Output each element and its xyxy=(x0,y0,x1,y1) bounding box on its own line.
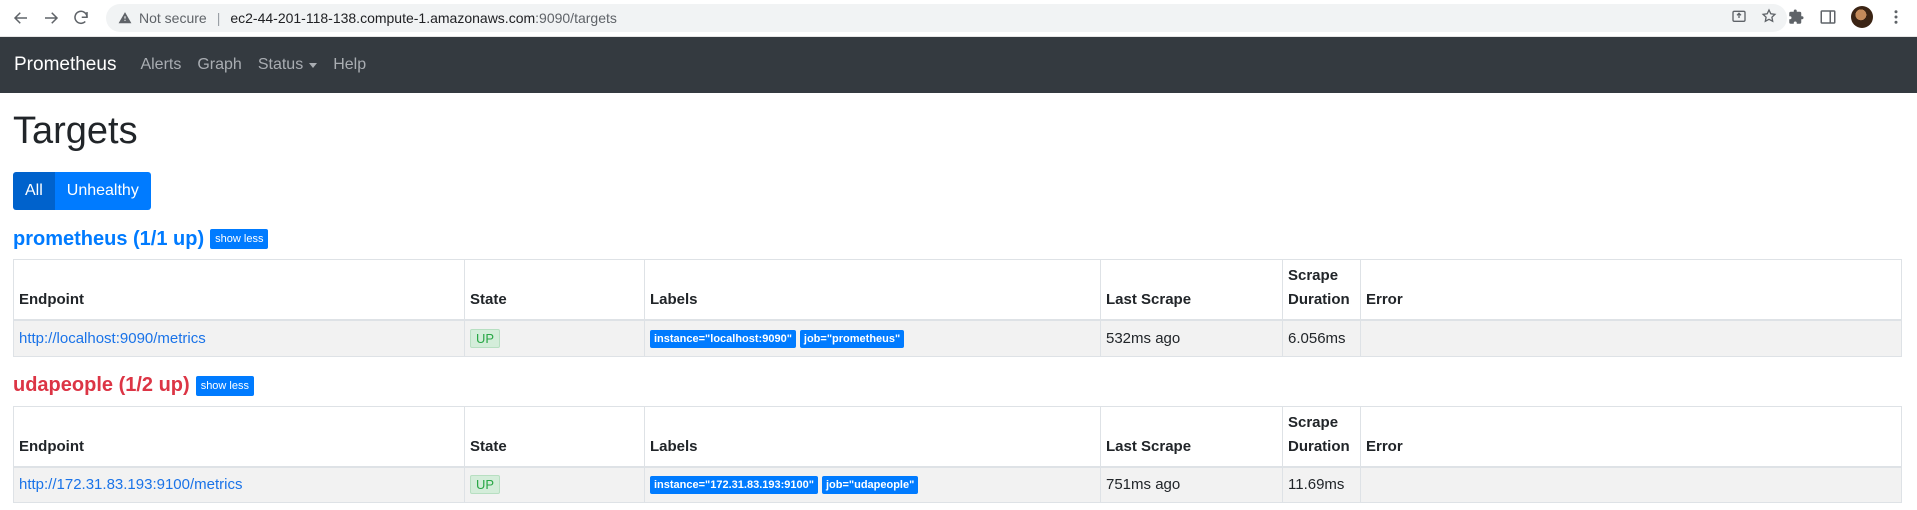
column-header-scrape-duration: Scrape Duration xyxy=(1282,405,1361,468)
brand-link[interactable]: Prometheus xyxy=(14,54,116,76)
column-header-state: State xyxy=(464,405,645,468)
back-arrow-icon[interactable] xyxy=(6,3,36,33)
job-title[interactable]: udapeople (1/2 up) xyxy=(13,374,190,397)
last-scrape-cell: 751ms ago xyxy=(1100,466,1283,503)
main-content: Targets All Unhealthy prometheus (1/1 up… xyxy=(0,109,1917,503)
address-bar[interactable]: Not secure | ec2-44-201-118-138.compute-… xyxy=(106,4,1787,32)
endpoint-cell: http://172.31.83.193:9100/metrics xyxy=(13,466,465,503)
label-badge: job="prometheus" xyxy=(799,329,905,348)
last-scrape-cell: 532ms ago xyxy=(1100,319,1283,357)
side-panel-icon[interactable] xyxy=(1819,8,1837,26)
state-badge: UP xyxy=(470,475,501,495)
filter-unhealthy-button[interactable]: Unhealthy xyxy=(54,172,151,210)
job-header-prometheus: prometheus (1/1 up) show less xyxy=(13,225,1904,253)
error-cell xyxy=(1360,466,1902,503)
table-header-row: Endpoint State Labels Last Scrape Scrape… xyxy=(13,259,1902,321)
show-less-button[interactable]: show less xyxy=(195,375,254,396)
labels-cell: instance="172.31.83.193:9100" job="udapeo… xyxy=(644,466,1101,503)
profile-avatar[interactable] xyxy=(1851,6,1873,28)
scrape-duration-cell: 11.69ms xyxy=(1282,466,1361,503)
forward-arrow-icon[interactable] xyxy=(36,3,66,33)
endpoint-link[interactable]: http://172.31.83.193:9100/metrics xyxy=(19,476,242,493)
state-cell: UP xyxy=(464,319,645,357)
error-cell xyxy=(1360,319,1902,357)
column-header-error: Error xyxy=(1360,405,1902,468)
label-badge: instance="172.31.83.193:9100" xyxy=(650,476,818,495)
scrape-duration-cell: 6.056ms xyxy=(1282,319,1361,357)
share-icon[interactable] xyxy=(1731,8,1747,24)
column-header-state: State xyxy=(464,259,645,321)
label-badge: instance="localhost:9090" xyxy=(650,329,796,348)
job-title[interactable]: prometheus (1/1 up) xyxy=(13,228,204,251)
column-header-labels: Labels xyxy=(644,259,1101,321)
label-badge: job="udapeople" xyxy=(821,476,919,495)
nav-help[interactable]: Help xyxy=(333,56,366,74)
table-header-row: Endpoint State Labels Last Scrape Scrape… xyxy=(13,405,1902,468)
column-header-scrape-duration: Scrape Duration xyxy=(1282,259,1361,321)
nav-status-dropdown[interactable]: Status xyxy=(257,56,318,74)
reload-icon[interactable] xyxy=(66,3,96,33)
nav-alerts[interactable]: Alerts xyxy=(140,56,181,74)
endpoint-link[interactable]: http://localhost:9090/metrics xyxy=(19,330,206,347)
column-header-last-scrape: Last Scrape xyxy=(1100,405,1283,468)
state-cell: UP xyxy=(464,466,645,503)
endpoint-cell: http://localhost:9090/metrics xyxy=(13,319,465,357)
bookmark-star-icon[interactable] xyxy=(1761,8,1777,24)
labels-cell: instance="localhost:9090" job="prometheus… xyxy=(644,319,1101,357)
nav-graph[interactable]: Graph xyxy=(197,56,241,74)
show-less-button[interactable]: show less xyxy=(210,229,269,249)
prometheus-navbar: Prometheus Alerts Graph Status Help xyxy=(0,37,1917,93)
filter-button-group: All Unhealthy xyxy=(13,172,1904,210)
extensions-icon[interactable] xyxy=(1787,8,1805,26)
column-header-endpoint: Endpoint xyxy=(13,259,465,321)
security-indicator[interactable]: Not secure xyxy=(139,10,207,26)
url-path: :9090/targets xyxy=(535,10,617,26)
targets-table-prometheus: Endpoint State Labels Last Scrape Scrape… xyxy=(13,259,1902,357)
column-header-labels: Labels xyxy=(644,405,1101,468)
page-title: Targets xyxy=(13,110,138,152)
browser-toolbar: Not secure | ec2-44-201-118-138.compute-… xyxy=(0,0,1917,37)
table-row: http://172.31.83.193:9100/metrics UP ins… xyxy=(13,466,1902,503)
more-menu-icon[interactable] xyxy=(1887,8,1905,26)
warning-icon xyxy=(118,12,132,24)
address-separator: | xyxy=(216,10,221,26)
state-badge: UP xyxy=(470,328,501,348)
url-host: ec2-44-201-118-138.compute-1.amazonaws.c… xyxy=(230,10,536,26)
nav-status-label: Status xyxy=(257,56,304,73)
filter-all-button[interactable]: All xyxy=(13,172,55,210)
column-header-endpoint: Endpoint xyxy=(13,405,465,468)
table-row: http://localhost:9090/metrics UP instanc… xyxy=(13,319,1902,357)
column-header-error: Error xyxy=(1360,259,1902,321)
job-header-udapeople: udapeople (1/2 up) show less xyxy=(13,372,1904,400)
column-header-last-scrape: Last Scrape xyxy=(1100,259,1283,321)
caret-down-icon xyxy=(309,62,318,68)
targets-table-udapeople: Endpoint State Labels Last Scrape Scrape… xyxy=(13,405,1902,503)
